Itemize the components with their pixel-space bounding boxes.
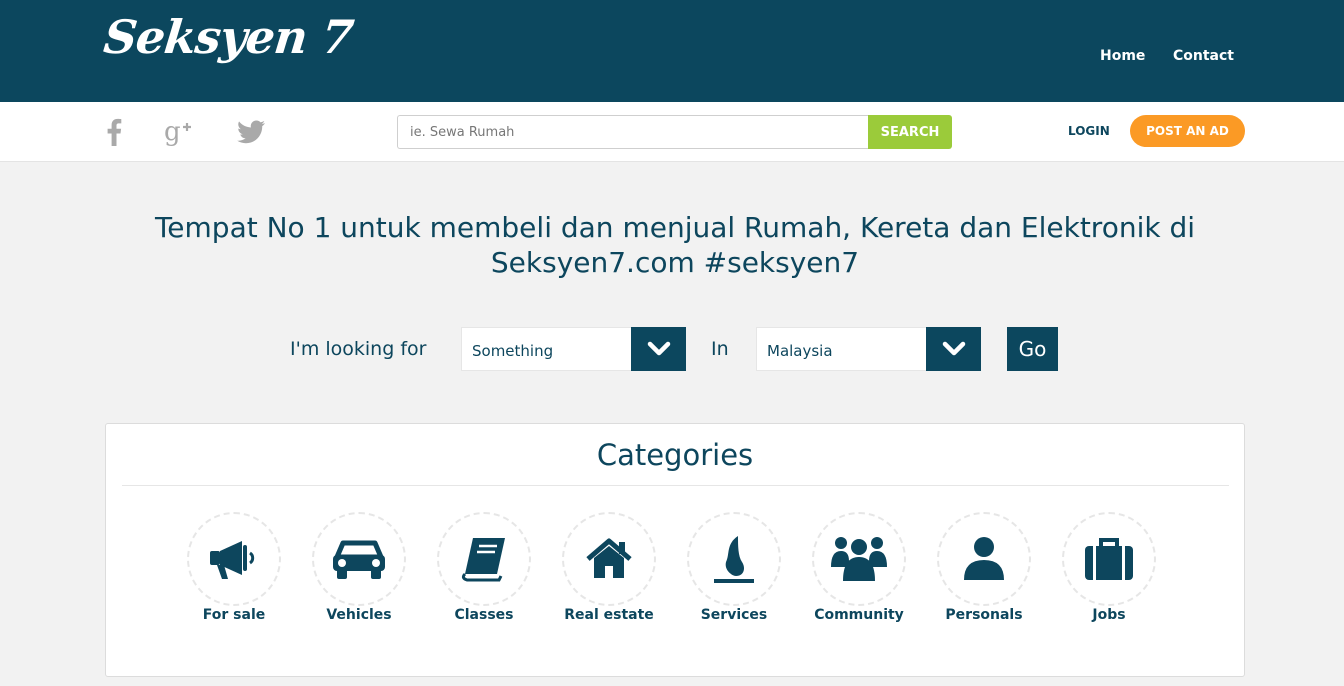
category-vehicles[interactable]: Vehicles xyxy=(299,512,419,632)
google-plus-icon[interactable]: g xyxy=(161,114,197,150)
car-icon xyxy=(312,512,406,606)
book-icon xyxy=(437,512,531,606)
category-label: Classes xyxy=(454,607,514,623)
nav-contact[interactable]: Contact xyxy=(1173,48,1234,64)
search-button[interactable]: SEARCH xyxy=(868,115,952,149)
category-label: Community xyxy=(814,607,904,623)
top-header: Seksyen 7 Home Contact xyxy=(0,0,1344,102)
divider xyxy=(122,485,1229,486)
categories-title: Categories xyxy=(596,438,754,472)
person-icon xyxy=(937,512,1031,606)
facebook-icon[interactable] xyxy=(96,114,132,150)
category-real-estate[interactable]: Real estate xyxy=(549,512,669,632)
page-headline: Tempat No 1 untuk membeli dan menjual Ru… xyxy=(154,211,1196,279)
megaphone-icon xyxy=(187,512,281,606)
briefcase-icon xyxy=(1062,512,1156,606)
sub-header: g SEARCH LOGIN POST AN AD xyxy=(0,102,1344,162)
category-personals[interactable]: Personals xyxy=(924,512,1044,632)
category-for-sale[interactable]: For sale xyxy=(174,512,294,632)
category-classes[interactable]: Classes xyxy=(424,512,544,632)
go-button[interactable]: Go xyxy=(1007,327,1058,371)
in-label: In xyxy=(711,338,729,360)
twitter-icon[interactable] xyxy=(233,114,269,150)
search-input[interactable] xyxy=(397,115,869,149)
location-select-value: Malaysia xyxy=(767,342,833,360)
category-community[interactable]: Community xyxy=(799,512,919,632)
login-link[interactable]: LOGIN xyxy=(1068,124,1110,138)
group-icon xyxy=(812,512,906,606)
nav-home[interactable]: Home xyxy=(1100,48,1145,64)
svg-text:g: g xyxy=(164,118,181,146)
categories-panel: Categories For sale Vehicles Classes Rea… xyxy=(105,423,1245,677)
category-jobs[interactable]: Jobs xyxy=(1049,512,1169,632)
category-label: Vehicles xyxy=(326,607,392,623)
flame-icon xyxy=(687,512,781,606)
location-select[interactable]: Malaysia xyxy=(756,327,981,371)
category-services[interactable]: Services xyxy=(674,512,794,632)
house-icon xyxy=(562,512,656,606)
post-ad-button[interactable]: POST AN AD xyxy=(1130,115,1245,147)
chevron-down-icon[interactable] xyxy=(926,327,981,371)
category-label: Jobs xyxy=(1092,607,1126,623)
chevron-down-icon[interactable] xyxy=(631,327,686,371)
category-label: Real estate xyxy=(564,607,654,623)
category-label: For sale xyxy=(202,607,266,623)
category-select[interactable]: Something xyxy=(461,327,686,371)
looking-for-label: I'm looking for xyxy=(290,338,427,360)
category-label: Services xyxy=(700,607,768,623)
category-select-value: Something xyxy=(472,342,554,360)
category-label: Personals xyxy=(945,607,1023,623)
site-logo[interactable]: Seksyen 7 xyxy=(101,10,355,64)
